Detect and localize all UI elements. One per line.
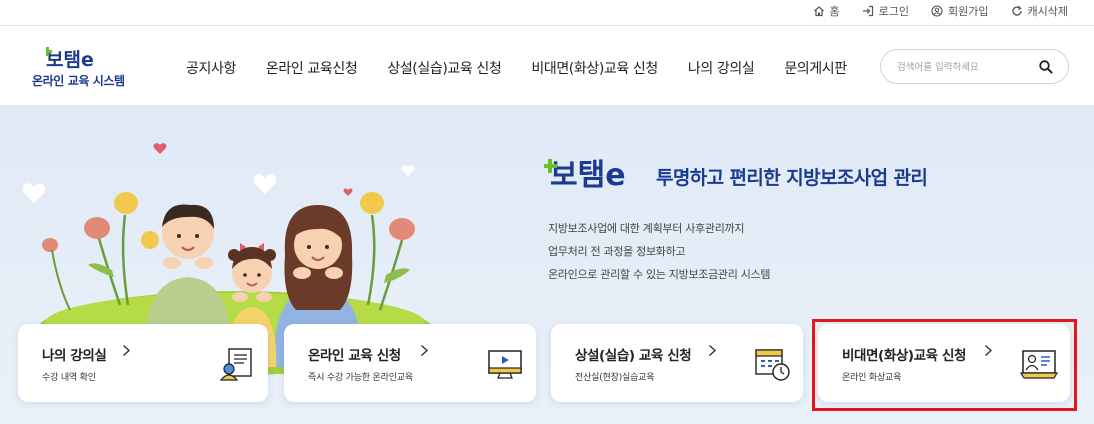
logo-text: 보탬e: [46, 49, 94, 71]
utility-links: 홈 로그인 회원가입 캐시삭제: [813, 3, 1068, 19]
chevron-right-icon: [985, 344, 993, 357]
utility-bar: 홈 로그인 회원가입 캐시삭제: [0, 0, 1094, 26]
nav-notice[interactable]: 공지사항: [186, 58, 236, 78]
chevron-right-icon: [123, 344, 131, 357]
nav-onsite-education[interactable]: 상설(실습)교육 신청: [387, 58, 501, 78]
refresh-icon: [1011, 5, 1022, 16]
search-box: [880, 49, 1069, 84]
nav-my-classroom[interactable]: 나의 강의실: [688, 58, 755, 78]
certificate-icon: [219, 348, 252, 381]
home-label: 홈: [829, 5, 840, 18]
nav-remote-education[interactable]: 비대면(화상)교육 신청: [531, 58, 658, 78]
home-link[interactable]: 홈: [813, 3, 840, 19]
video-monitor-icon: [488, 350, 522, 379]
hero-desc-line: 온라인으로 관리할 수 있는 지방보조금관리 시스템: [548, 268, 771, 281]
logo-subtitle: 온라인 교육 시스템: [32, 74, 125, 88]
card-onsite-education[interactable]: 상설(실습) 교육 신청 전산실(현장)실습교육: [551, 324, 803, 402]
botaem-logo-mark: 보탬e: [46, 47, 94, 71]
signup-link[interactable]: 회원가입: [931, 3, 989, 19]
login-icon: [862, 5, 873, 17]
search-icon[interactable]: [1038, 59, 1054, 75]
card-subtitle: 수강 내역 확인: [42, 373, 96, 383]
card-subtitle: 즉시 수강 가능한 온라인교육: [308, 373, 413, 383]
card-my-classroom[interactable]: 나의 강의실 수강 내역 확인: [18, 324, 268, 402]
hero-description: 지방보조사업에 대한 계획부터 사후관리까지 업무처리 전 과정을 정보화하고 …: [548, 217, 771, 286]
site-header: 보탬e 온라인 교육 시스템 공지사항 온라인 교육신청 상설(실습)교육 신청…: [0, 27, 1094, 105]
nav-qna-board[interactable]: 문의게시판: [784, 58, 847, 78]
clear-cache-label: 캐시삭제: [1027, 5, 1068, 18]
hero-desc-line: 지방보조사업에 대한 계획부터 사후관리까지: [548, 222, 745, 235]
card-title: 온라인 교육 신청: [308, 348, 401, 364]
search-input[interactable]: [897, 58, 1027, 76]
calendar-clock-icon: [755, 349, 790, 381]
tagline-logo-text: 보탬e: [550, 158, 626, 193]
clear-cache-link[interactable]: 캐시삭제: [1011, 3, 1068, 19]
card-online-education[interactable]: 온라인 교육 신청 즉시 수강 가능한 온라인교육: [284, 324, 536, 402]
chevron-right-icon: [709, 344, 717, 357]
card-title: 비대면(화상)교육 신청: [842, 348, 967, 364]
hero-tagline: 투명하고 편리한 지방보조사업 관리: [656, 167, 928, 189]
nav-online-education[interactable]: 온라인 교육신청: [266, 58, 358, 78]
card-subtitle: 전산실(현장)실습교육: [575, 373, 655, 383]
card-subtitle: 온라인 화상교육: [842, 373, 902, 383]
home-icon: [813, 6, 824, 17]
card-title: 상설(실습) 교육 신청: [575, 348, 692, 364]
botaem-tagline-logo: 보탬e: [544, 158, 626, 193]
hero-desc-line: 업무처리 전 과정을 정보화하고: [548, 245, 686, 258]
main-nav: 공지사항 온라인 교육신청 상설(실습)교육 신청 비대면(화상)교육 신청 나…: [186, 58, 847, 78]
signup-label: 회원가입: [948, 5, 989, 18]
login-label: 로그인: [878, 5, 910, 18]
user-circle-icon: [931, 5, 943, 17]
video-conference-icon: [1020, 350, 1058, 379]
card-title: 나의 강의실: [42, 348, 107, 364]
site-logo[interactable]: 보탬e 온라인 교육 시스템: [32, 45, 132, 91]
login-link[interactable]: 로그인: [862, 3, 909, 19]
chevron-right-icon: [421, 344, 429, 357]
card-remote-education[interactable]: 비대면(화상)교육 신청 온라인 화상교육: [818, 324, 1070, 402]
